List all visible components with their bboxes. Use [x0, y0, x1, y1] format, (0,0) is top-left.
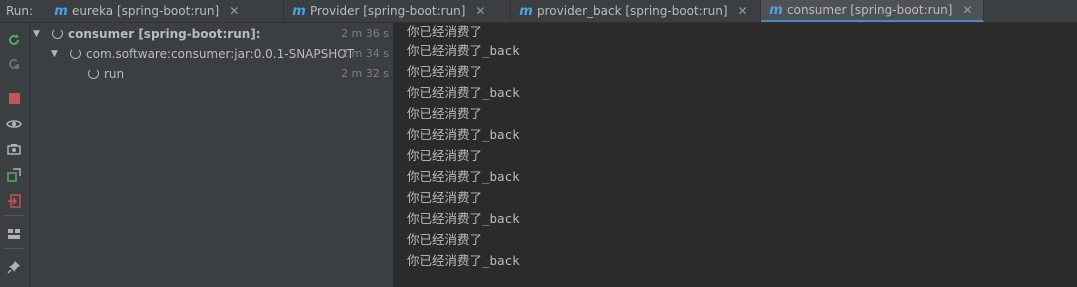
- tab-provider-back[interactable]: m provider_back [spring-boot:run] ✕: [511, 0, 761, 22]
- tab-label: eureka [spring-boot:run]: [72, 4, 220, 18]
- run-label: Run:: [6, 4, 34, 18]
- console-line: 你已经消费了: [407, 106, 483, 121]
- spinner-icon: [52, 28, 63, 39]
- spinner-icon: [88, 68, 99, 79]
- maven-icon: m: [769, 2, 783, 18]
- view-icon[interactable]: [5, 115, 23, 133]
- tab-eureka[interactable]: m eureka [spring-boot:run] ✕: [46, 0, 284, 22]
- tree-node-consumer[interactable]: ▼ consumer [spring-boot:run]: 2 m 36 s: [30, 24, 393, 44]
- rerun-icon[interactable]: [5, 31, 23, 49]
- console-line: 你已经消费了: [407, 148, 483, 163]
- tab-label: Provider [spring-boot:run]: [310, 4, 466, 18]
- elapsed-time: 2 m 36 s: [341, 27, 389, 40]
- screenshot-icon[interactable]: [5, 140, 23, 158]
- tree-node-artifact[interactable]: ▼ com.software:consumer:jar:0.0.1-SNAPSH…: [30, 44, 393, 64]
- layout-icon[interactable]: [5, 225, 23, 243]
- console-output[interactable]: 你已经消费了 你已经消费了_back 你已经消费了 你已经消费了_back 你已…: [394, 23, 1077, 287]
- console-line: 你已经消费了_back: [407, 169, 520, 184]
- run-tab-bar: Run: m eureka [spring-boot:run] ✕ m Prov…: [0, 0, 1077, 23]
- console-line: 你已经消费了_back: [407, 211, 520, 226]
- maven-icon: m: [519, 3, 533, 19]
- tree-node-run[interactable]: run 2 m 32 s: [30, 64, 393, 84]
- pin-icon[interactable]: [5, 258, 23, 276]
- elapsed-time: 2 m 34 s: [341, 47, 389, 60]
- tab-label: provider_back [spring-boot:run]: [537, 4, 728, 18]
- spinner-icon: [70, 48, 81, 59]
- stop-icon[interactable]: [5, 89, 23, 107]
- chevron-down-icon[interactable]: ▼: [33, 24, 40, 44]
- maven-icon: m: [292, 3, 306, 19]
- close-icon[interactable]: ✕: [475, 4, 485, 18]
- tab-consumer[interactable]: m consumer [spring-boot:run] ✕: [761, 0, 984, 22]
- console-line: 你已经消费了_back: [407, 253, 520, 268]
- exit-icon[interactable]: [5, 192, 23, 210]
- tab-provider[interactable]: m Provider [spring-boot:run] ✕: [284, 0, 511, 22]
- elapsed-time: 2 m 32 s: [341, 67, 389, 80]
- restore-layout-icon[interactable]: [5, 166, 23, 184]
- maven-icon: m: [54, 3, 68, 19]
- rerun-failed-icon[interactable]: [5, 55, 23, 73]
- tree-label: run: [104, 67, 125, 81]
- process-tree: ▼ consumer [spring-boot:run]: 2 m 36 s ▼…: [30, 23, 394, 287]
- tab-label: consumer [spring-boot:run]: [787, 3, 953, 17]
- tree-label: com.software:consumer:jar:0.0.1-SNAPSHOT: [86, 47, 355, 61]
- close-icon[interactable]: ✕: [229, 4, 239, 18]
- console-line: 你已经消费了: [407, 232, 483, 247]
- console-line: 你已经消费了_back: [407, 85, 520, 100]
- chevron-down-icon[interactable]: ▼: [51, 44, 58, 64]
- close-icon[interactable]: ✕: [962, 3, 972, 17]
- tree-label: consumer [spring-boot:run]:: [68, 27, 261, 41]
- run-toolbar: [0, 23, 30, 287]
- console-line: 你已经消费了_back: [407, 43, 520, 58]
- console-line: 你已经消费了: [407, 64, 483, 79]
- console-line: 你已经消费了: [407, 190, 483, 205]
- console-line: 你已经消费了_back: [407, 127, 520, 142]
- close-icon[interactable]: ✕: [738, 4, 748, 18]
